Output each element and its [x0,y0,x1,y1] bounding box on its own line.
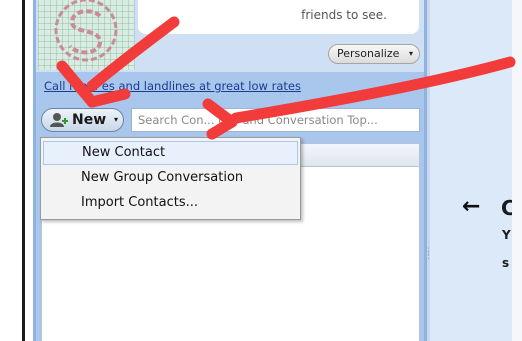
add-contact-icon [50,113,68,127]
main-pane-text-line2: s [502,256,510,270]
new-dropdown-menu: New Contact New Group Conversation Impor… [40,137,301,220]
mood-message[interactable]: friends to see. [138,0,419,34]
new-button-label: New [72,112,107,128]
mood-text: friends to see. [301,8,387,22]
chevron-down-icon: ▾ [114,115,119,124]
new-button[interactable]: New ▾ [41,108,124,132]
skype-logo-icon [54,0,118,62]
profile-area: friends to see. Personalize ▾ [36,0,424,72]
personalize-button[interactable]: Personalize ▾ [328,44,420,64]
avatar[interactable] [38,0,135,70]
call-rates-link[interactable]: Call mo... es and landlines at great low… [44,79,301,93]
main-pane: ← C Y s [430,0,522,341]
menu-item-import-contacts[interactable]: Import Contacts... [43,191,298,215]
main-pane-text-line1: Y [502,228,511,242]
arrow-left-icon: ← [462,194,481,219]
menu-item-new-group-conversation[interactable]: New Group Conversation [43,166,298,190]
search-input[interactable]: Search Con... ups and Conversation Top..… [131,108,420,132]
splitter-grip-icon[interactable]: ⋮⋮ [424,248,433,262]
personalize-label: Personalize [337,47,400,60]
window-edge-shade [512,0,522,341]
menu-item-new-contact[interactable]: New Contact [43,141,298,165]
window-frame-edge [22,0,25,341]
chevron-down-icon: ▾ [408,49,413,58]
